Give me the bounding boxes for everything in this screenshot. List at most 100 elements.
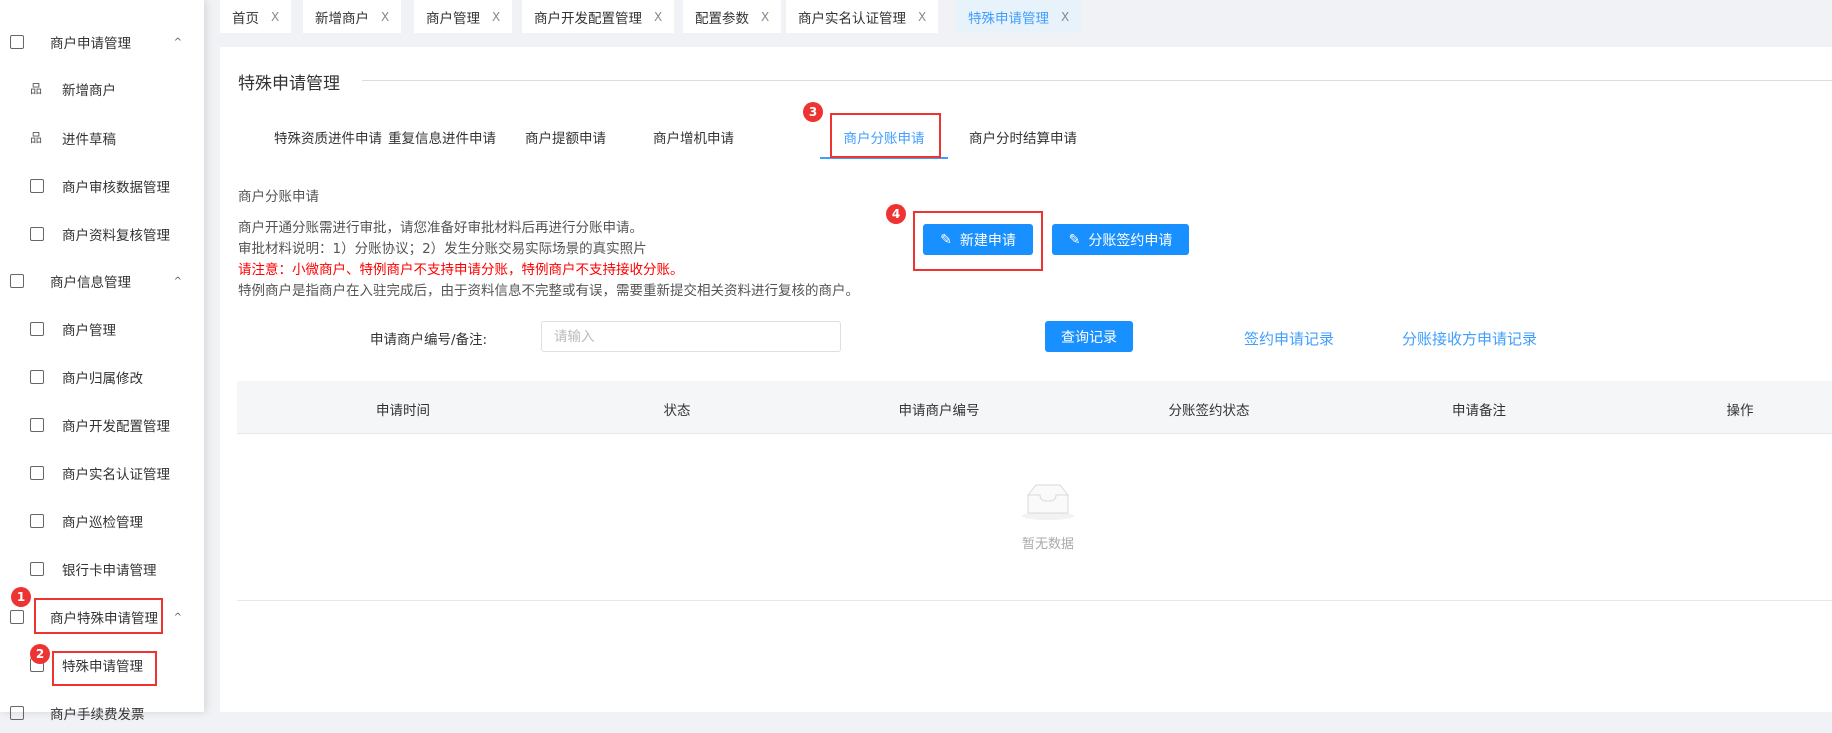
query-button[interactable]: 查询记录 <box>1045 321 1133 352</box>
subtab[interactable]: 商户提额申请 <box>525 127 606 161</box>
search-input[interactable] <box>541 321 841 352</box>
tab-label: 商户实名认证管理 <box>798 10 906 27</box>
sidebar-item-label: 银行卡申请管理 <box>62 563 157 579</box>
close-icon[interactable]: X <box>492 10 500 24</box>
sidebar-item-label: 商户开发配置管理 <box>62 419 170 435</box>
sidebar-item-label: 商户管理 <box>62 323 116 339</box>
sitemap-icon <box>30 80 44 97</box>
tab-label: 特殊申请管理 <box>968 10 1049 27</box>
subtab[interactable]: 重复信息进件申请 <box>388 127 496 161</box>
empty-text: 暂无数据 <box>1021 537 1075 552</box>
warning-note: 请注意：小微商户、特例商户不支持申请分账，特例商户不支持接收分账。 <box>238 262 684 278</box>
sidebar-item[interactable]: 新增商户 <box>0 69 204 109</box>
chevron-up-icon[interactable]: ^ <box>174 37 182 48</box>
close-icon[interactable]: X <box>654 10 662 24</box>
divider <box>362 80 1832 81</box>
document-icon <box>30 514 44 528</box>
receiver-records-link[interactable]: 分账接收方申请记录 <box>1402 328 1537 349</box>
sidebar-item[interactable]: 商户手续费发票 <box>0 693 204 733</box>
column-header: 操作 <box>1726 403 1754 419</box>
sidebar-item[interactable]: 商户资料复核管理 <box>0 214 204 254</box>
document-icon <box>30 370 44 384</box>
tab-label: 首页 <box>232 10 259 27</box>
document-icon <box>30 179 44 193</box>
edit-icon: ✎ <box>1068 231 1081 248</box>
column-header: 申请商户编号 <box>898 403 980 419</box>
table-header: 申请时间 状态 申请商户编号 分账签约状态 申请备注 操作 <box>237 381 1832 434</box>
page-title: 特殊申请管理 <box>238 74 340 94</box>
tab-label: 商户开发配置管理 <box>534 10 642 27</box>
tab[interactable]: 首页 X <box>220 0 292 33</box>
sidebar-item[interactable]: 商户管理 <box>0 309 204 349</box>
chevron-up-icon[interactable]: ^ <box>174 612 182 623</box>
sidebar-item-label: 商户信息管理 <box>50 275 131 291</box>
sidebar-item-label: 新增商户 <box>62 83 116 99</box>
tab[interactable]: 商户开发配置管理 X <box>522 0 675 33</box>
tab[interactable]: 特殊申请管理 X <box>956 0 1082 33</box>
column-header: 申请备注 <box>1452 403 1506 419</box>
subtab[interactable]: 特殊资质进件申请 <box>274 127 382 161</box>
sidebar-item[interactable]: 进件草稿 <box>0 118 204 158</box>
subtab[interactable]: 商户增机申请 <box>653 127 734 161</box>
split-sign-label: 分账签约申请 <box>1088 232 1173 249</box>
document-icon <box>10 274 24 288</box>
sidebar-item-label: 商户归属修改 <box>62 371 143 387</box>
document-icon <box>30 466 44 480</box>
close-icon[interactable]: X <box>761 10 769 24</box>
subtab[interactable]: 商户分时结算申请 <box>969 127 1077 161</box>
tab[interactable]: 商户实名认证管理 X <box>786 0 939 33</box>
tab[interactable]: 新增商户 X <box>303 0 402 33</box>
sidebar-item[interactable]: 商户实名认证管理 <box>0 453 204 493</box>
annotation-box-2 <box>52 651 157 686</box>
close-icon[interactable]: X <box>1061 10 1069 24</box>
sidebar-item-label: 进件草稿 <box>62 132 116 148</box>
empty-box-icon <box>1022 484 1074 520</box>
close-icon[interactable]: X <box>271 10 279 24</box>
tab[interactable]: 配置参数 X <box>683 0 782 33</box>
sidebar-item[interactable]: 商户归属修改 <box>0 357 204 397</box>
sidebar-item[interactable]: 银行卡申请管理 <box>0 549 204 589</box>
document-icon <box>30 418 44 432</box>
document-icon <box>10 706 24 720</box>
sidebar-item[interactable]: 商户巡检管理 <box>0 501 204 541</box>
sidebar-item[interactable]: 商户开发配置管理 <box>0 405 204 445</box>
annotation-box-4 <box>913 211 1043 271</box>
document-icon <box>10 610 24 624</box>
close-icon[interactable]: X <box>381 10 389 24</box>
sidebar-item[interactable]: 商户申请管理 ^ <box>0 22 204 62</box>
document-icon <box>30 322 44 336</box>
annotation-badge-3: 3 <box>803 102 823 122</box>
section-title: 商户分账申请 <box>238 189 319 205</box>
document-icon <box>30 227 44 241</box>
search-label: 申请商户编号/备注: <box>370 332 488 348</box>
annotation-badge-1: 1 <box>11 587 31 607</box>
sidebar-item-label: 商户申请管理 <box>50 36 131 52</box>
tab-label: 新增商户 <box>315 10 369 27</box>
tab[interactable]: 商户管理 X <box>414 0 513 33</box>
annotation-badge-4: 4 <box>886 204 906 224</box>
document-icon <box>30 562 44 576</box>
note-4: 特例商户是指商户在入驻完成后，由于资料信息不完整或有误，需要重新提交相关资料进行… <box>238 283 859 299</box>
chevron-up-icon[interactable]: ^ <box>174 276 182 287</box>
column-header: 分账签约状态 <box>1168 403 1250 419</box>
split-sign-application-button[interactable]: ✎ 分账签约申请 <box>1052 224 1189 255</box>
annotation-box-1 <box>34 598 163 634</box>
tab-bar: 首页 X 新增商户 X 商户管理 X 商户开发配置管理 X 配置参数 X 商户实名认证管理 X 特殊申请… <box>204 0 1832 40</box>
sidebar-item-label: 商户巡检管理 <box>62 515 143 531</box>
sitemap-icon <box>30 129 44 146</box>
annotation-badge-2: 2 <box>30 644 50 664</box>
sidebar-item-label: 商户资料复核管理 <box>62 228 170 244</box>
tab-label: 配置参数 <box>695 10 749 27</box>
sidebar-item-label: 商户实名认证管理 <box>62 467 170 483</box>
main-card: 特殊申请管理 特殊资质进件申请 重复信息进件申请 商户提额申请 商户增机申请商户分账申… <box>220 47 1832 712</box>
tab-label: 商户管理 <box>426 10 480 27</box>
sidebar-item[interactable]: 商户信息管理 ^ <box>0 261 204 301</box>
annotation-box-3 <box>830 113 941 158</box>
sidebar-item-label: 商户审核数据管理 <box>62 180 170 196</box>
divider <box>237 600 1832 601</box>
column-header: 状态 <box>663 403 691 419</box>
sidebar-item[interactable]: 商户审核数据管理 <box>0 166 204 206</box>
close-icon[interactable]: X <box>918 10 926 24</box>
note-1: 商户开通分账需进行审批，请您准备好审批材料后再进行分账申请。 <box>238 220 643 236</box>
sign-records-link[interactable]: 签约申请记录 <box>1244 328 1334 349</box>
